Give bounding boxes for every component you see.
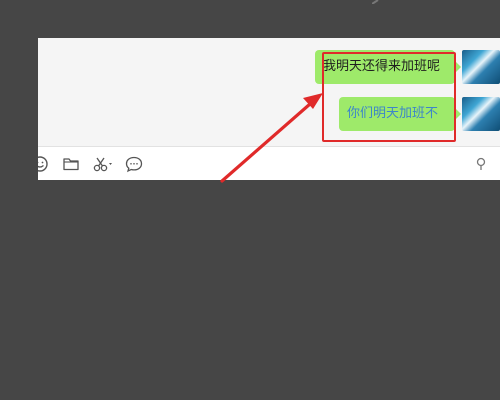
pointer-arrow: [220, 93, 323, 183]
